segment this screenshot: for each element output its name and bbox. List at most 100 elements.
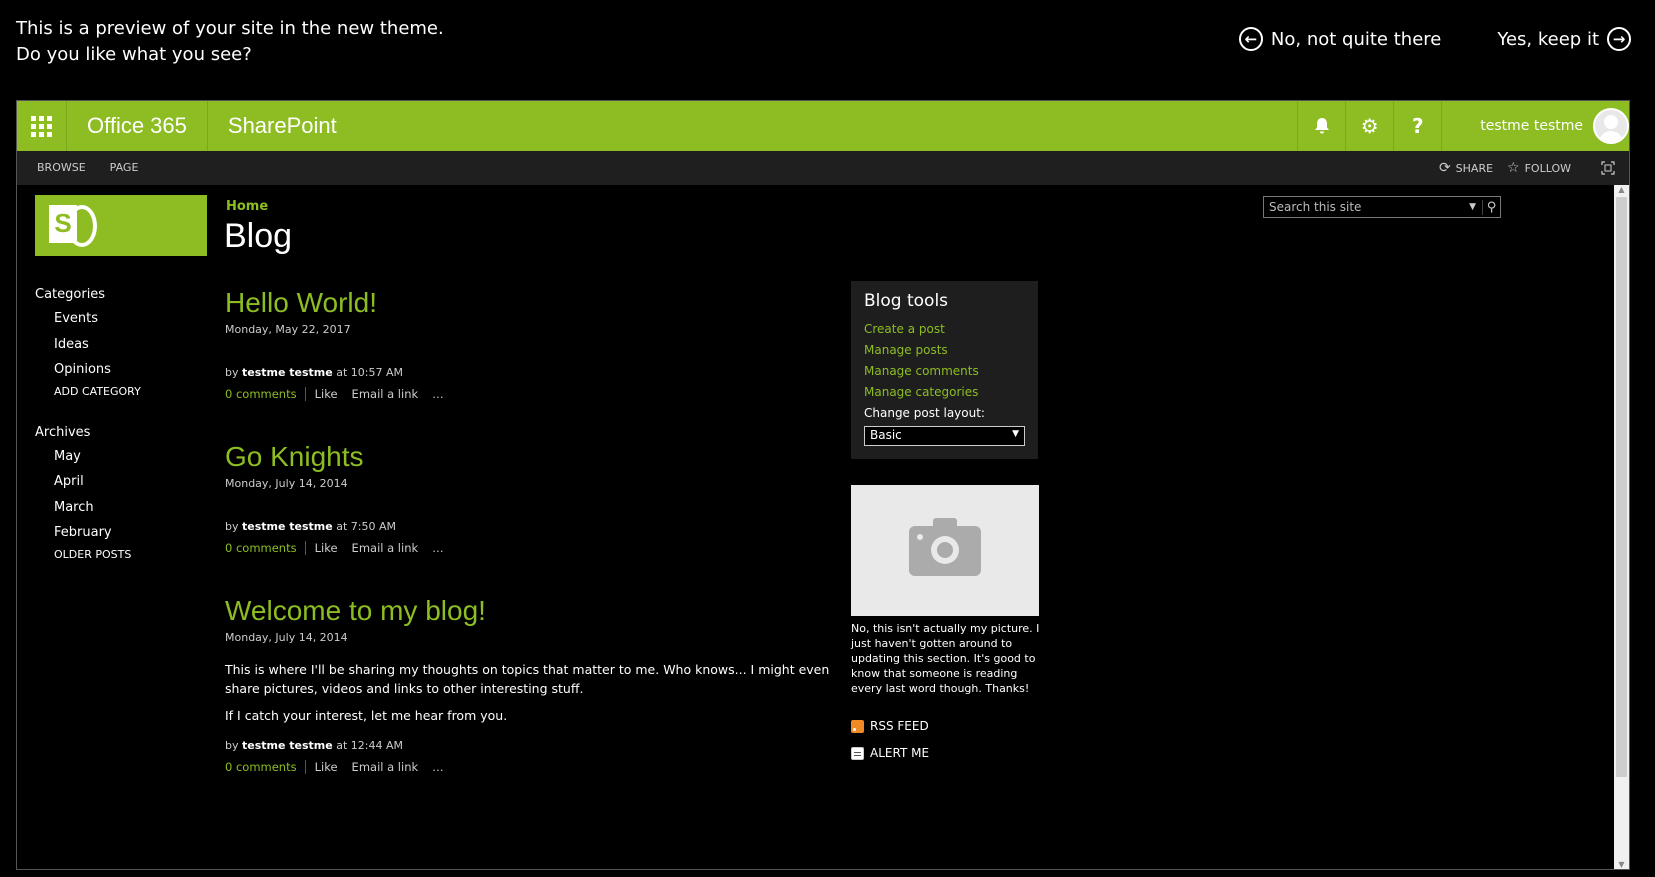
post-byline: by testme testme at 7:50 AM <box>225 520 397 533</box>
blog-post: Hello World! Monday, May 22, 2017 by tes… <box>225 285 835 401</box>
add-category-link[interactable]: ADD CATEGORY <box>35 385 215 409</box>
question-icon: ? <box>1411 114 1424 138</box>
post-time: 12:44 AM <box>350 739 404 752</box>
notifications-button[interactable] <box>1297 101 1345 151</box>
alert-me-link[interactable]: ALERT ME <box>851 746 929 760</box>
breadcrumb-home[interactable]: Home <box>226 199 268 214</box>
scroll-up-icon[interactable]: ▲ <box>1614 185 1629 194</box>
archives-heading: Archives <box>35 424 91 440</box>
suite-bar-actions: ⚙ ? testme testme <box>1297 101 1629 151</box>
post-date: Monday, July 14, 2014 <box>225 631 348 644</box>
search-icon[interactable]: ⚲ <box>1482 199 1500 215</box>
search-input[interactable]: Search this site <box>1269 200 1361 214</box>
nav-category-ideas[interactable]: Ideas <box>35 334 215 360</box>
like-link[interactable]: Like <box>315 760 338 774</box>
star-icon: ☆ <box>1507 160 1520 176</box>
comments-link[interactable]: 0 comments <box>225 387 306 401</box>
post-date: Monday, May 22, 2017 <box>225 323 351 336</box>
sharepoint-app-title[interactable]: SharePoint <box>208 113 357 139</box>
gear-icon: ⚙ <box>1360 114 1379 138</box>
nav-archive-march[interactable]: March <box>35 497 215 523</box>
manage-categories-link[interactable]: Manage categories <box>864 382 1025 403</box>
blog-tools-title: Blog tools <box>864 291 949 311</box>
post-author[interactable]: testme testme <box>242 739 333 752</box>
email-link[interactable]: Email a link <box>352 387 419 401</box>
post-author[interactable]: testme testme <box>242 366 333 379</box>
search-box[interactable]: Search this site ▼ ⚲ <box>1263 196 1501 218</box>
user-name: testme testme <box>1480 118 1583 134</box>
share-icon: ⟳ <box>1438 160 1451 176</box>
profile-photo-placeholder <box>851 485 1039 616</box>
photo-caption: No, this isn't actually my picture. I ju… <box>851 622 1040 695</box>
avatar <box>1593 108 1629 144</box>
left-navigation: Categories Events Ideas Opinions ADD CAT… <box>35 287 215 572</box>
manage-comments-link[interactable]: Manage comments <box>864 361 1025 382</box>
nav-archive-february[interactable]: February <box>35 522 215 548</box>
more-options-icon[interactable]: … <box>432 387 445 401</box>
manage-posts-link[interactable]: Manage posts <box>864 340 1025 361</box>
blog-post: Welcome to my blog! Monday, July 14, 201… <box>225 593 835 774</box>
post-actions: 0 comments Like Email a link … <box>225 541 835 555</box>
post-paragraph: If I catch your interest, let me hear fr… <box>225 708 508 723</box>
ribbon-actions: ⟳ SHARE ☆ FOLLOW <box>1439 160 1629 176</box>
post-time: 7:50 AM <box>350 520 397 533</box>
bell-icon <box>1314 118 1329 134</box>
comments-link[interactable]: 0 comments <box>225 760 306 774</box>
like-link[interactable]: Like <box>315 541 338 555</box>
site-logo[interactable]: S <box>35 195 207 256</box>
app-launcher-button[interactable] <box>17 101 67 151</box>
tab-page[interactable]: PAGE <box>98 151 151 185</box>
rss-feed-link[interactable]: RSS FEED <box>851 719 929 733</box>
follow-label: FOLLOW <box>1524 161 1571 175</box>
rss-feed-label: RSS FEED <box>870 719 929 733</box>
waffle-icon <box>31 115 52 137</box>
categories-heading: Categories <box>35 287 106 302</box>
post-title[interactable]: Hello World! <box>225 285 835 321</box>
create-post-link[interactable]: Create a post <box>864 319 1025 340</box>
post-author[interactable]: testme testme <box>242 520 333 533</box>
scrollbar-thumb[interactable] <box>1616 197 1627 777</box>
rss-icon <box>851 719 864 733</box>
post-layout-select[interactable]: Basic ▼ <box>864 426 1025 446</box>
share-button[interactable]: ⟳ SHARE <box>1439 160 1493 176</box>
email-link[interactable]: Email a link <box>352 541 419 555</box>
more-options-icon[interactable]: … <box>432 760 445 774</box>
blog-post: Go Knights Monday, July 14, 2014 by test… <box>225 439 835 555</box>
settings-button[interactable]: ⚙ <box>1345 101 1393 151</box>
older-posts-link[interactable]: OLDER POSTS <box>35 548 215 572</box>
help-button[interactable]: ? <box>1393 101 1441 151</box>
vertical-scrollbar[interactable]: ▲ ▼ <box>1614 185 1629 869</box>
accept-theme-button[interactable]: Yes, keep it → <box>1497 27 1631 51</box>
post-body: This is where I'll be sharing my thought… <box>225 660 835 725</box>
sharepoint-logo-icon: S <box>49 201 101 251</box>
office365-brand[interactable]: Office 365 <box>67 101 208 151</box>
scroll-down-icon[interactable]: ▼ <box>1614 860 1629 869</box>
reject-theme-button[interactable]: ← No, not quite there <box>1238 27 1441 51</box>
page-title: Blog <box>224 217 293 255</box>
nav-category-events[interactable]: Events <box>35 308 215 334</box>
search-scope-dropdown-icon[interactable]: ▼ <box>1463 202 1482 212</box>
post-title[interactable]: Go Knights <box>225 439 835 475</box>
nav-archive-april[interactable]: April <box>35 471 215 497</box>
follow-button[interactable]: ☆ FOLLOW <box>1507 160 1571 176</box>
post-layout-label: Change post layout: <box>864 406 985 420</box>
comments-link[interactable]: 0 comments <box>225 541 306 555</box>
preview-actions: ← No, not quite there Yes, keep it → <box>1238 27 1631 51</box>
post-time: 10:57 AM <box>350 366 404 379</box>
post-paragraph: This is where I'll be sharing my thought… <box>225 662 830 696</box>
nav-category-opinions[interactable]: Opinions <box>35 359 215 385</box>
email-link[interactable]: Email a link <box>352 760 419 774</box>
ribbon: BROWSE PAGE ⟳ SHARE ☆ FOLLOW <box>17 151 1629 185</box>
more-options-icon[interactable]: … <box>432 541 445 555</box>
post-title[interactable]: Welcome to my blog! <box>225 593 835 629</box>
nav-archive-may[interactable]: May <box>35 446 215 472</box>
tab-browse[interactable]: BROWSE <box>17 151 98 185</box>
alert-me-label: ALERT ME <box>870 746 930 760</box>
post-byline: by testme testme at 12:44 AM <box>225 739 404 752</box>
preview-line-2: Do you like what you see? <box>16 44 252 65</box>
dropdown-arrow-icon: ▼ <box>1012 429 1019 439</box>
user-menu[interactable]: testme testme <box>1441 101 1629 151</box>
like-link[interactable]: Like <box>315 387 338 401</box>
share-label: SHARE <box>1455 161 1494 175</box>
focus-content-button[interactable] <box>1601 161 1615 175</box>
